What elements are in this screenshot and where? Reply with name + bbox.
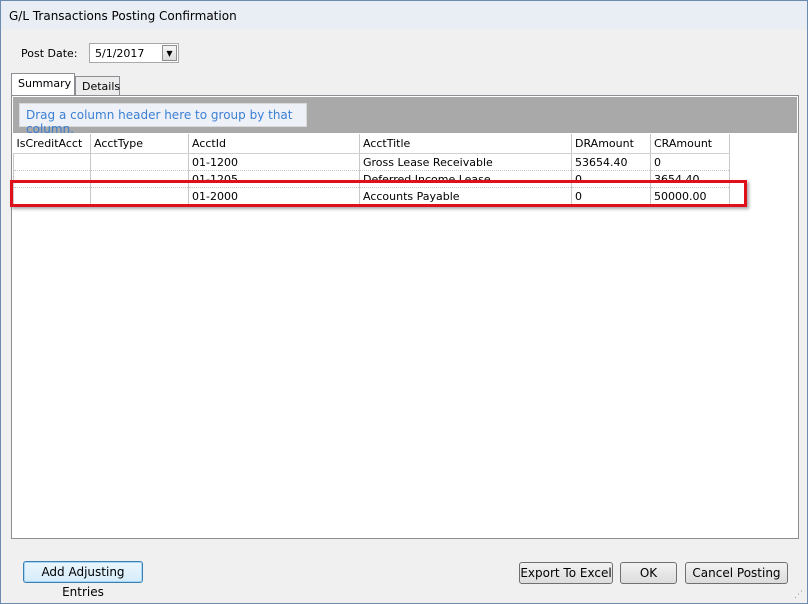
cell-accttitle[interactable]: Gross Lease Receivable bbox=[359, 153, 572, 171]
cell-cramount[interactable]: 0 bbox=[650, 153, 730, 171]
tab-summary[interactable]: Summary bbox=[11, 73, 75, 96]
summary-panel: Drag a column header here to group by th… bbox=[11, 95, 799, 539]
cancel-posting-button[interactable]: Cancel Posting bbox=[685, 562, 788, 584]
chevron-down-icon[interactable]: ▼ bbox=[162, 45, 177, 61]
resize-grip-icon[interactable]: ⋰ bbox=[794, 590, 804, 600]
column-header-cramount[interactable]: CRAmount bbox=[650, 134, 730, 154]
cell-dramount[interactable]: 53654.40 bbox=[571, 153, 651, 171]
post-date-value: 5/1/2017 bbox=[95, 47, 145, 60]
window-title: G/L Transactions Posting Confirmation bbox=[9, 9, 237, 23]
column-header-iscreditacct[interactable]: IsCreditAcct bbox=[13, 134, 91, 154]
export-to-excel-button[interactable]: Export To Excel bbox=[519, 562, 613, 584]
column-header-accttitle[interactable]: AcctTitle bbox=[359, 134, 572, 154]
column-header-dramount[interactable]: DRAmount bbox=[571, 134, 651, 154]
tab-details[interactable]: Details bbox=[75, 76, 120, 96]
cell-iscreditacct[interactable] bbox=[13, 153, 91, 171]
tab-summary-label: Summary bbox=[18, 77, 72, 90]
group-by-hint: Drag a column header here to group by th… bbox=[19, 103, 307, 136]
group-by-bar[interactable]: Drag a column header here to group by th… bbox=[13, 97, 797, 136]
tab-details-label: Details bbox=[82, 80, 121, 93]
ok-button[interactable]: OK bbox=[620, 562, 677, 584]
cell-accttype[interactable] bbox=[90, 153, 189, 171]
post-date-dropdown[interactable]: 5/1/2017 ▼ bbox=[89, 43, 179, 63]
posting-confirmation-window: G/L Transactions Posting Confirmation Po… bbox=[0, 0, 808, 604]
table-row[interactable]: 01-1200 Gross Lease Receivable 53654.40 … bbox=[13, 153, 730, 171]
column-header-acctid[interactable]: AcctId bbox=[188, 134, 360, 154]
post-date-label: Post Date: bbox=[21, 47, 78, 60]
row-highlight-box bbox=[10, 180, 747, 207]
add-adjusting-entries-button[interactable]: Add Adjusting Entries bbox=[23, 561, 143, 599]
column-header-accttype[interactable]: AcctType bbox=[90, 134, 189, 154]
title-bar[interactable]: G/L Transactions Posting Confirmation bbox=[1, 1, 807, 29]
cell-acctid[interactable]: 01-1200 bbox=[188, 153, 360, 171]
